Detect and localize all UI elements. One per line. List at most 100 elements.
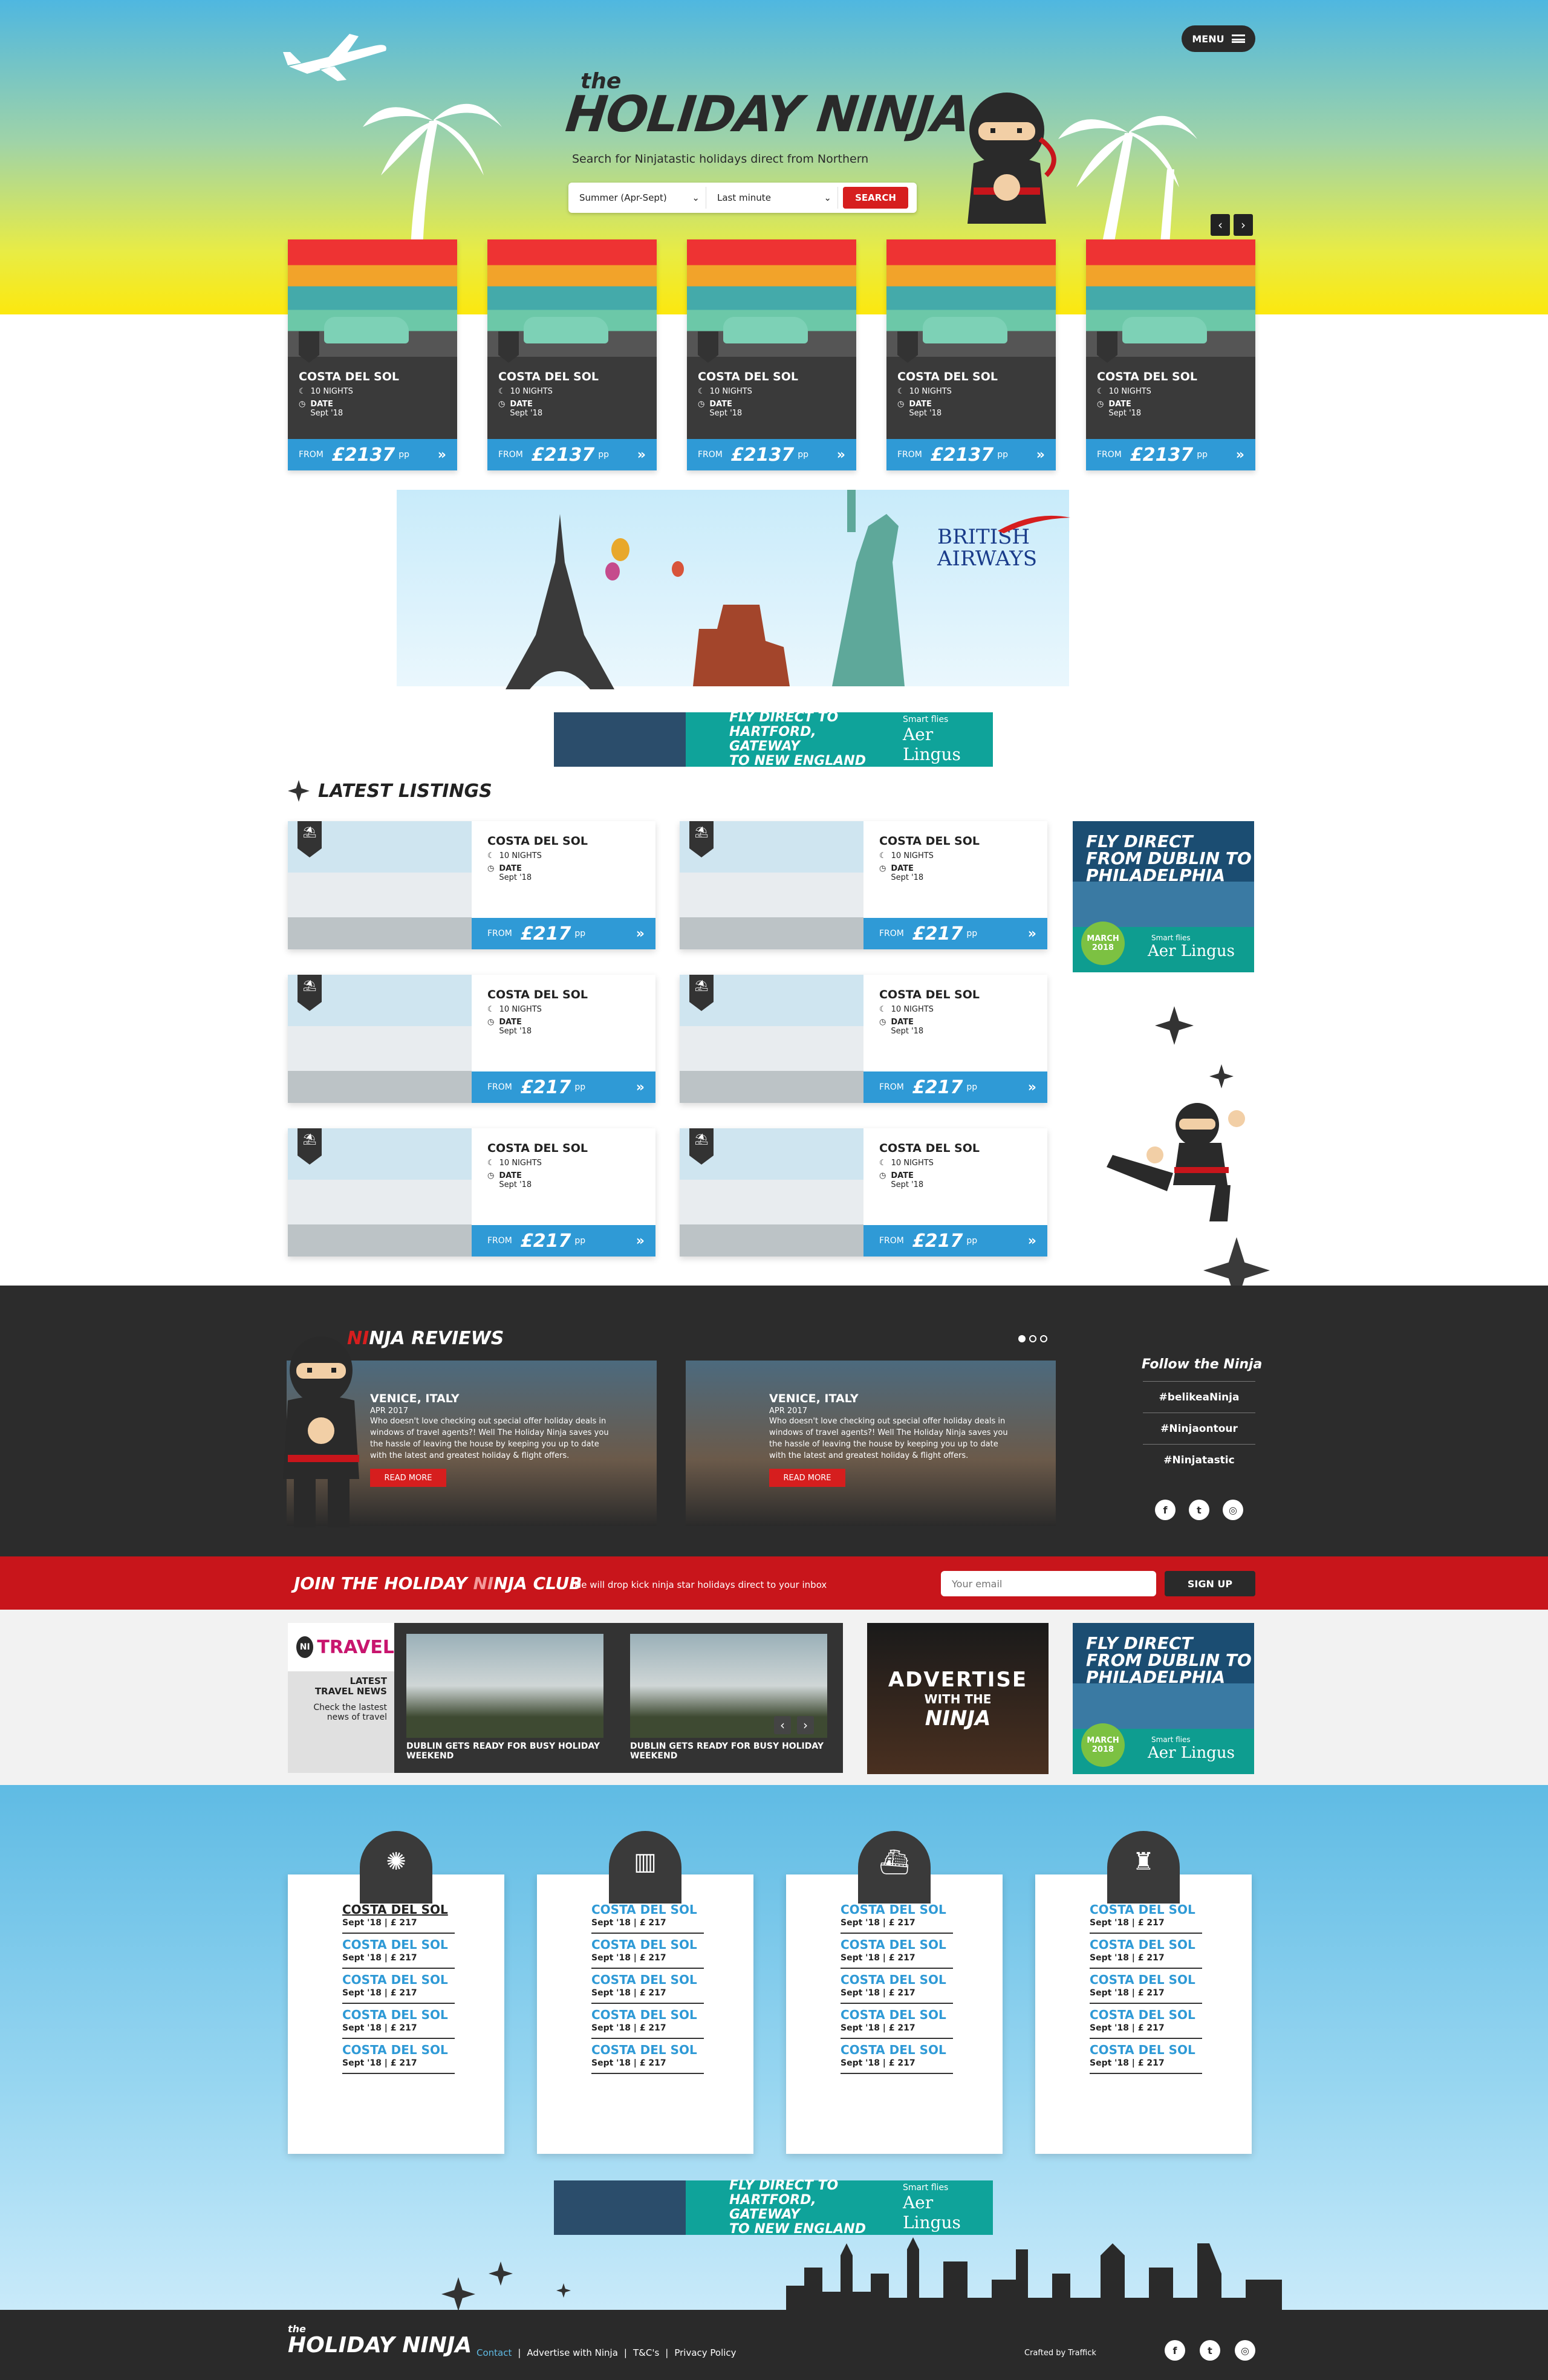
price-bar[interactable]: FROM £217 pp » bbox=[472, 1071, 655, 1103]
listing-card[interactable]: ⛱ COSTA DEL SOL ☾ 10 NIGHTS ◷ DATE Sept '18 FRO… bbox=[288, 1128, 655, 1257]
destination-item[interactable]: COSTA DEL SOL Sept '18 | £ 217 bbox=[342, 1969, 455, 2004]
per-person: pp bbox=[1197, 450, 1208, 460]
destination-item[interactable]: COSTA DEL SOL Sept '18 | £ 217 bbox=[591, 1934, 704, 1969]
aer-lingus-hartford-ad[interactable]: FLY DIRECT TO HARTFORD, GATEWAY TO NEW E… bbox=[554, 710, 993, 769]
holiday-type-select[interactable]: Last minute ⌄ bbox=[711, 187, 838, 209]
hashtag-link[interactable]: #Ninjatastic bbox=[1143, 1444, 1255, 1475]
footer-link-privacy[interactable]: Privacy Policy bbox=[674, 2347, 736, 2358]
destination-item[interactable]: COSTA DEL SOL Sept '18 | £ 217 bbox=[1090, 2039, 1202, 2074]
carousel-next-button[interactable]: › bbox=[1234, 214, 1253, 236]
price-bar[interactable]: FROM £2137 pp » bbox=[886, 439, 1056, 470]
listing-card[interactable]: ⛱ COSTA DEL SOL ☾ 10 NIGHTS ◷ DATE Sept '18 FRO… bbox=[680, 975, 1047, 1103]
search-button[interactable]: SEARCH bbox=[843, 187, 908, 209]
destination-item[interactable]: COSTA DEL SOL Sept '18 | £ 217 bbox=[1090, 1969, 1202, 2004]
news-prev-button[interactable]: ‹ bbox=[774, 1716, 791, 1734]
vintage-car-icon bbox=[1122, 317, 1207, 343]
price-bar[interactable]: FROM £217 pp » bbox=[472, 1225, 655, 1257]
price-bar[interactable]: FROM £2137 pp » bbox=[288, 439, 457, 470]
news-item[interactable]: DUBLIN GETS READY FOR BUSY HOLIDAY WEEKE… bbox=[630, 1634, 827, 1763]
read-more-button[interactable]: READ MORE bbox=[370, 1469, 446, 1487]
news-next-button[interactable]: › bbox=[797, 1716, 814, 1734]
destination-item[interactable]: COSTA DEL SOL Sept '18 | £ 217 bbox=[591, 1969, 704, 2004]
facebook-icon[interactable]: f bbox=[1155, 1500, 1176, 1520]
destination-category-icon[interactable]: ♜ bbox=[1107, 1831, 1180, 1904]
sign-up-button[interactable]: SIGN UP bbox=[1165, 1571, 1255, 1596]
footer-link-terms[interactable]: T&C's bbox=[633, 2347, 659, 2358]
listing-card[interactable]: ⛱ COSTA DEL SOL ☾ 10 NIGHTS ◷ DATE Sept '18 FRO… bbox=[288, 975, 655, 1103]
price-bar[interactable]: FROM £217 pp » bbox=[863, 1225, 1047, 1257]
follow-title: Follow the Ninja bbox=[1142, 1357, 1263, 1372]
listing-card[interactable]: ⛱ COSTA DEL SOL ☾ 10 NIGHTS ◷ DATE Sept '18 FRO… bbox=[288, 821, 655, 949]
price: £2137 bbox=[531, 444, 595, 466]
pagination-dot[interactable] bbox=[1029, 1335, 1036, 1342]
destination-item[interactable]: COSTA DEL SOL Sept '18 | £ 217 bbox=[342, 2004, 455, 2039]
per-person: pp bbox=[574, 929, 586, 938]
carousel-prev-button[interactable]: ‹ bbox=[1211, 214, 1230, 236]
deal-card[interactable]: COSTA DEL SOL ☾ 10 NIGHTS ◷ DATE Sept '18 FROM… bbox=[1086, 239, 1255, 470]
listing-image: ⛱ bbox=[680, 975, 863, 1103]
review-card[interactable]: VENICE, ITALY APR 2017 Who doesn't love ch… bbox=[686, 1361, 1056, 1526]
twitter-icon[interactable]: t bbox=[1189, 1500, 1209, 1520]
footer-link-contact[interactable]: Contact bbox=[476, 2347, 512, 2358]
twitter-icon[interactable]: t bbox=[1200, 2340, 1220, 2361]
footer-logo[interactable]: HOLIDAY NINJA bbox=[288, 2333, 472, 2358]
news-item[interactable]: DUBLIN GETS READY FOR BUSY HOLIDAY WEEKE… bbox=[406, 1634, 603, 1763]
destination-item[interactable]: COSTA DEL SOL Sept '18 | £ 217 bbox=[591, 1899, 704, 1934]
instagram-icon[interactable]: ◎ bbox=[1223, 1500, 1243, 1520]
email-input[interactable] bbox=[941, 1571, 1156, 1596]
instagram-icon[interactable]: ◎ bbox=[1235, 2340, 1255, 2361]
price-bar[interactable]: FROM £217 pp » bbox=[863, 1071, 1047, 1103]
footer-credit[interactable]: Crafted by Traffick bbox=[1024, 2349, 1096, 2358]
destination-item[interactable]: COSTA DEL SOL Sept '18 | £ 217 bbox=[841, 1934, 953, 1969]
listing-nights: ☾ 10 NIGHTS bbox=[487, 851, 655, 860]
destination-item[interactable]: COSTA DEL SOL Sept '18 | £ 217 bbox=[342, 1899, 455, 1934]
destination-item[interactable]: COSTA DEL SOL Sept '18 | £ 217 bbox=[591, 2004, 704, 2039]
destination-item[interactable]: COSTA DEL SOL Sept '18 | £ 217 bbox=[841, 1899, 953, 1934]
destination-item[interactable]: COSTA DEL SOL Sept '18 | £ 217 bbox=[591, 2039, 704, 2074]
reviews-pagination[interactable] bbox=[1018, 1335, 1047, 1342]
footer-link-advertise[interactable]: Advertise with Ninja bbox=[527, 2347, 618, 2358]
read-more-button[interactable]: READ MORE bbox=[769, 1469, 845, 1487]
facebook-icon[interactable]: f bbox=[1165, 2340, 1185, 2361]
listing-card[interactable]: ⛱ COSTA DEL SOL ☾ 10 NIGHTS ◷ DATE Sept '18 FRO… bbox=[680, 821, 1047, 949]
price-bar[interactable]: FROM £2137 pp » bbox=[487, 439, 657, 470]
listing-card[interactable]: ⛱ COSTA DEL SOL ☾ 10 NIGHTS ◷ DATE Sept '18 FRO… bbox=[680, 1128, 1047, 1257]
deal-card[interactable]: COSTA DEL SOL ☾ 10 NIGHTS ◷ DATE Sept '18 FROM… bbox=[288, 239, 457, 470]
hashtag-link[interactable]: #belikeaNinja bbox=[1143, 1381, 1255, 1413]
price-bar[interactable]: FROM £217 pp » bbox=[863, 918, 1047, 949]
british-airways-banner[interactable] bbox=[397, 490, 1069, 689]
price-bar[interactable]: FROM £217 pp » bbox=[472, 918, 655, 949]
double-chevron-right-icon: » bbox=[1027, 1079, 1036, 1095]
price: £2137 bbox=[930, 444, 994, 466]
season-select[interactable]: Summer (Apr-Sept) ⌄ bbox=[573, 187, 706, 209]
menu-button[interactable]: MENU bbox=[1182, 25, 1255, 52]
destination-category-icon[interactable]: ▥ bbox=[609, 1831, 681, 1904]
destination-item[interactable]: COSTA DEL SOL Sept '18 | £ 217 bbox=[342, 2039, 455, 2074]
ad-smart-flies: Smart flies bbox=[902, 2183, 949, 2193]
destination-category-icon[interactable]: ⛴ bbox=[858, 1831, 931, 1904]
hashtag-link[interactable]: #Ninjaontour bbox=[1143, 1413, 1255, 1444]
destination-item[interactable]: COSTA DEL SOL Sept '18 | £ 217 bbox=[841, 1969, 953, 2004]
destination-category-icon[interactable]: ✺ bbox=[360, 1831, 432, 1904]
price-bar[interactable]: FROM £2137 pp » bbox=[1086, 439, 1255, 470]
advertise-line: WITH THE bbox=[924, 1692, 992, 1706]
aer-lingus-philadelphia-ad[interactable]: FLY DIRECT FROM DUBLIN TO PHILADELPHIA M… bbox=[1073, 1623, 1254, 1774]
destination-item[interactable]: COSTA DEL SOL Sept '18 | £ 217 bbox=[342, 1934, 455, 1969]
pagination-dot[interactable] bbox=[1040, 1335, 1047, 1342]
deal-card[interactable]: COSTA DEL SOL ☾ 10 NIGHTS ◷ DATE Sept '18 FROM… bbox=[886, 239, 1056, 470]
deal-card[interactable]: COSTA DEL SOL ☾ 10 NIGHTS ◷ DATE Sept '18 FROM… bbox=[687, 239, 856, 470]
aer-lingus-hartford-ad[interactable]: FLY DIRECT TO HARTFORD, GATEWAY TO NEW E… bbox=[554, 2179, 993, 2237]
destination-item[interactable]: COSTA DEL SOL Sept '18 | £ 217 bbox=[1090, 2004, 1202, 2039]
advertise-with-ninja-ad[interactable]: ADVERTISE WITH THE NINJA bbox=[867, 1623, 1049, 1774]
pagination-dot-active[interactable] bbox=[1018, 1335, 1026, 1342]
aer-lingus-philadelphia-ad[interactable]: FLY DIRECT FROM DUBLIN TO PHILADELPHIA M… bbox=[1073, 821, 1254, 972]
price-bar[interactable]: FROM £2137 pp » bbox=[687, 439, 856, 470]
deal-card[interactable]: COSTA DEL SOL ☾ 10 NIGHTS ◷ DATE Sept '18 FROM… bbox=[487, 239, 657, 470]
destination-item[interactable]: COSTA DEL SOL Sept '18 | £ 217 bbox=[1090, 1899, 1202, 1934]
destination-item[interactable]: COSTA DEL SOL Sept '18 | £ 217 bbox=[841, 2004, 953, 2039]
destination-price: £ 217 bbox=[639, 1988, 666, 1998]
destination-item[interactable]: COSTA DEL SOL Sept '18 | £ 217 bbox=[1090, 1934, 1202, 1969]
site-logo[interactable]: HOLIDAY NINJA bbox=[563, 86, 972, 143]
destination-item[interactable]: COSTA DEL SOL Sept '18 | £ 217 bbox=[841, 2039, 953, 2074]
destination-price: £ 217 bbox=[390, 1918, 417, 1928]
